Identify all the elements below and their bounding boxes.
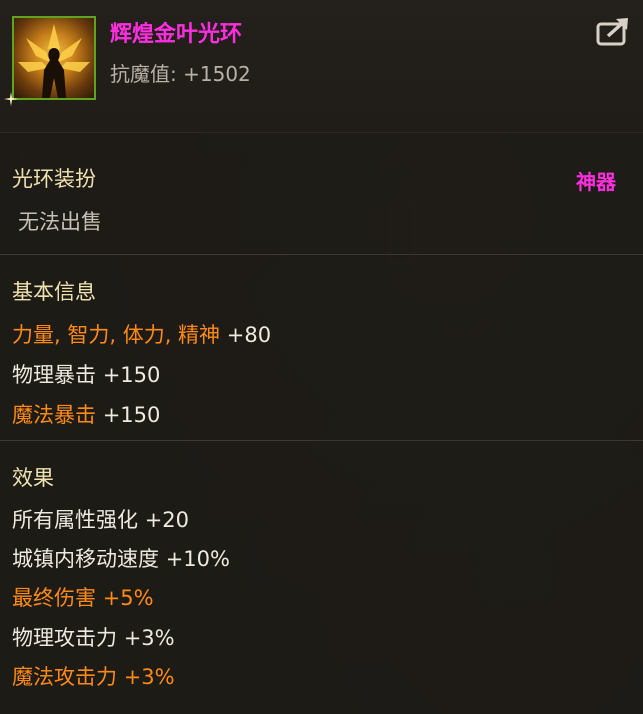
- stat-label: 魔法暴击: [12, 403, 96, 427]
- effect-value: +3%: [123, 626, 175, 650]
- sparkle-icon: [4, 92, 18, 106]
- share-export-icon[interactable]: [596, 16, 632, 46]
- effects-heading: 效果: [12, 466, 54, 490]
- effect-row: 最终伤害 +5%: [12, 582, 154, 612]
- resist-label: 抗魔值:: [110, 62, 177, 86]
- sell-status: 无法出售: [18, 210, 102, 234]
- golden-leaf-aura-icon[interactable]: [12, 16, 96, 100]
- item-type: 光环装扮: [12, 167, 96, 191]
- tooltip-header: 辉煌金叶光环 抗魔值: +1502: [0, 0, 643, 133]
- rarity-badge: 神器: [576, 170, 616, 194]
- effect-value: +3%: [123, 665, 175, 689]
- divider: [0, 254, 643, 255]
- effect-row: 物理攻击力 +3%: [12, 622, 175, 652]
- item-title: 辉煌金叶光环: [110, 22, 243, 47]
- effect-label: 城镇内移动速度: [12, 547, 159, 571]
- stat-value: +80: [226, 323, 272, 347]
- effect-label: 物理攻击力: [12, 626, 117, 650]
- effect-row: 城镇内移动速度 +10%: [12, 543, 230, 573]
- stat-row: 力量, 智力, 体力, 精神 +80: [12, 319, 271, 349]
- effect-label: 最终伤害: [12, 586, 96, 610]
- effect-value: +10%: [165, 547, 230, 571]
- stat-row: 魔法暴击 +150: [12, 399, 160, 429]
- stat-value: +150: [102, 403, 161, 427]
- magic-resist-stat: 抗魔值: +1502: [110, 58, 251, 87]
- stat-row: 物理暴击 +150: [12, 359, 160, 389]
- effect-row: 所有属性强化 +20: [12, 504, 189, 534]
- item-tooltip: 辉煌金叶光环 抗魔值: +1502 光环装扮 神器 无法出售 基本信息 力量, …: [0, 0, 643, 714]
- stat-label: 物理暴击: [12, 363, 96, 387]
- effect-value: +20: [144, 508, 190, 532]
- effect-label: 所有属性强化: [12, 508, 138, 532]
- resist-value: +1502: [183, 62, 251, 86]
- effect-row: 魔法攻击力 +3%: [12, 661, 175, 691]
- stat-value: +150: [102, 363, 161, 387]
- effect-label: 魔法攻击力: [12, 665, 117, 689]
- stat-label: 力量, 智力, 体力, 精神: [12, 323, 221, 347]
- basic-info-heading: 基本信息: [12, 280, 96, 304]
- effect-value: +5%: [102, 586, 154, 610]
- divider: [0, 440, 643, 441]
